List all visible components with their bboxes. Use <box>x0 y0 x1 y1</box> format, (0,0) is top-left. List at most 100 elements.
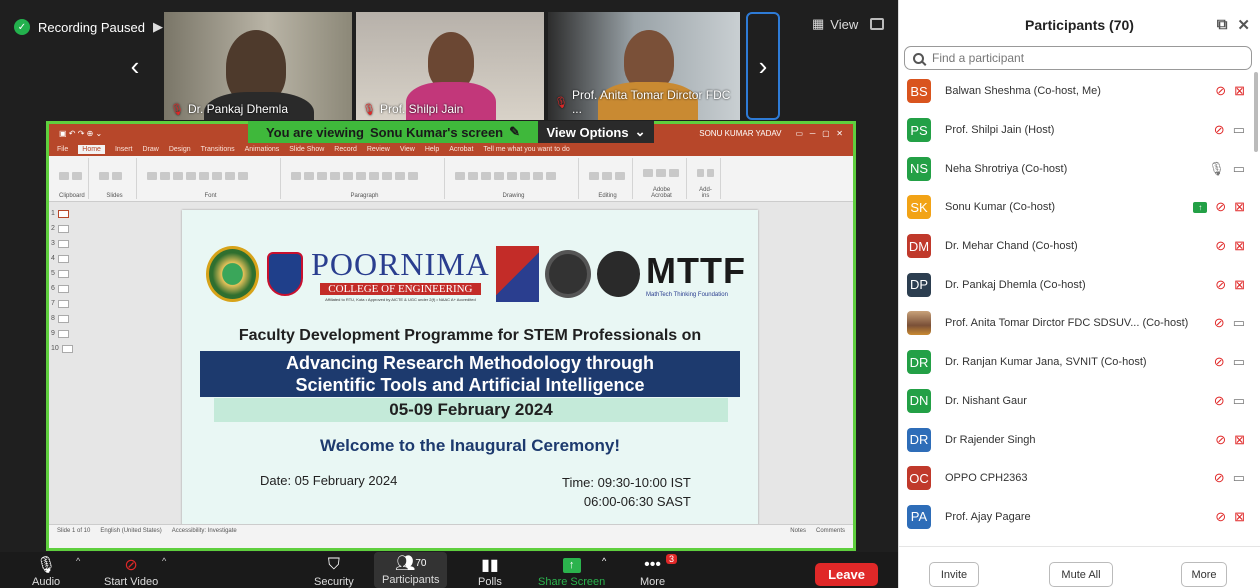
ppt-tab[interactable]: Transitions <box>201 146 235 153</box>
video-off-icon[interactable]: ⊠ <box>1234 277 1245 293</box>
ribbon-command-icon[interactable] <box>112 171 122 180</box>
muted-mic-icon[interactable]: ⊘ <box>1214 470 1225 486</box>
video-tile[interactable]: 🎙︎ Prof. Shilpi Jain <box>356 12 544 120</box>
slide-thumbnail[interactable]: 1 <box>51 206 79 221</box>
participant-row[interactable]: DR Dr Rajender Singh ⊘ ⊠ <box>899 420 1251 459</box>
ppt-tab[interactable]: Design <box>169 146 191 153</box>
slide-thumbnail[interactable]: 8 <box>51 311 79 326</box>
slide-thumbnail[interactable]: 6 <box>51 281 79 296</box>
more-options-button[interactable]: More <box>1181 562 1227 587</box>
start-video-button[interactable]: ⊘ Start Video ^ <box>104 554 166 588</box>
slide-thumbnail[interactable]: 2 <box>51 221 79 236</box>
muted-mic-icon[interactable]: ⊘ <box>1215 277 1226 293</box>
muted-mic-icon[interactable]: ⊘ <box>1215 199 1226 215</box>
ribbon-command-icon[interactable] <box>408 171 418 180</box>
video-camera-icon[interactable]: ▭ <box>1233 470 1245 486</box>
ribbon-command-icon[interactable] <box>99 171 109 180</box>
leave-button[interactable]: Leave <box>815 563 878 586</box>
ribbon-command-icon[interactable] <box>291 171 301 180</box>
scrollbar[interactable] <box>1254 72 1258 152</box>
ribbon-command-icon[interactable] <box>697 168 704 177</box>
muted-mic-icon[interactable]: ⊘ <box>1214 354 1225 370</box>
ppt-tab[interactable]: Draw <box>142 146 158 153</box>
ribbon-command-icon[interactable] <box>160 171 170 180</box>
ppt-tab[interactable]: Tell me what you want to do <box>483 146 569 153</box>
video-off-icon[interactable]: ⊠ <box>1234 238 1245 254</box>
participant-row[interactable]: DM Dr. Mehar Chand (Co-host) ⊘ ⊠ <box>899 227 1251 266</box>
muted-mic-icon[interactable]: ⊘ <box>1215 509 1226 525</box>
ribbon-command-icon[interactable] <box>468 171 478 180</box>
participant-row[interactable]: OC OPPO CPH2363 ⊘ ▭ <box>899 459 1251 498</box>
audio-button[interactable]: 🎙︎ Audio ^ <box>32 554 80 588</box>
chevron-up-icon[interactable]: ^ <box>602 556 606 566</box>
video-camera-icon[interactable]: ▭ <box>1233 354 1245 370</box>
ribbon-command-icon[interactable] <box>304 171 314 180</box>
popout-icon[interactable]: ⧉ <box>1217 16 1228 34</box>
ribbon-command-icon[interactable] <box>589 171 599 180</box>
share-screen-button[interactable]: ↑ Share Screen ^ <box>538 554 606 588</box>
search-input[interactable] <box>932 51 1232 65</box>
slide-thumbnail[interactable]: 5 <box>51 266 79 281</box>
ribbon-command-icon[interactable] <box>186 171 196 180</box>
mute-all-button[interactable]: Mute All <box>1049 562 1113 587</box>
participant-row[interactable]: Prof. Anita Tomar Dirctor FDC SDSUV... (… <box>899 304 1251 343</box>
chevron-up-icon[interactable]: ^ <box>162 556 166 566</box>
ribbon-command-icon[interactable] <box>669 168 679 177</box>
ppt-tab[interactable]: View <box>400 146 415 153</box>
participant-row[interactable]: DN Dr. Nishant Gaur ⊘ ▭ <box>899 382 1251 421</box>
ribbon-command-icon[interactable] <box>382 171 392 180</box>
ribbon-command-icon[interactable] <box>317 171 327 180</box>
security-button[interactable]: ⛉ Security <box>314 554 354 588</box>
more-button[interactable]: ••• More 3 <box>640 554 678 588</box>
video-camera-icon[interactable]: ▭ <box>1233 315 1245 331</box>
ribbon-command-icon[interactable] <box>507 171 517 180</box>
ribbon-command-icon[interactable] <box>238 171 248 180</box>
ribbon-command-icon[interactable] <box>147 171 157 180</box>
microphone-icon[interactable]: 🎙︎ <box>1208 161 1225 177</box>
muted-mic-icon[interactable]: ⊘ <box>1215 238 1226 254</box>
ribbon-command-icon[interactable] <box>395 171 405 180</box>
video-off-icon[interactable]: ⊠ <box>1234 509 1245 525</box>
muted-mic-icon[interactable]: ⊘ <box>1215 83 1226 99</box>
ribbon-command-icon[interactable] <box>520 171 530 180</box>
muted-mic-icon[interactable]: ⊘ <box>1215 432 1226 448</box>
ribbon-command-icon[interactable] <box>643 168 653 177</box>
ribbon-command-icon[interactable] <box>656 168 666 177</box>
ppt-tab[interactable]: Review <box>367 146 390 153</box>
ribbon-command-icon[interactable] <box>369 171 379 180</box>
slide-thumbnail[interactable]: 10 <box>51 341 79 356</box>
ribbon-command-icon[interactable] <box>494 171 504 180</box>
invite-button[interactable]: Invite <box>929 562 979 587</box>
ribbon-command-icon[interactable] <box>59 171 69 180</box>
ribbon-command-icon[interactable] <box>707 168 714 177</box>
ribbon-command-icon[interactable] <box>225 171 235 180</box>
slide-thumbnail[interactable]: 9 <box>51 326 79 341</box>
close-icon[interactable]: ✕ <box>1237 16 1250 34</box>
participant-row[interactable]: BS Balwan Sheshma (Co-host, Me) ⊘ ⊠ <box>899 72 1251 111</box>
video-tile[interactable]: 🎙︎ Dr. Pankaj Dhemla <box>164 12 352 120</box>
ppt-tab[interactable]: Animations <box>245 146 280 153</box>
participant-row[interactable]: DR Dr. Ranjan Kumar Jana, SVNIT (Co-host)… <box>899 343 1251 382</box>
video-camera-icon[interactable]: ▭ <box>1233 393 1245 409</box>
ribbon-command-icon[interactable] <box>602 171 612 180</box>
ppt-tab[interactable]: Record <box>334 146 357 153</box>
ribbon-command-icon[interactable] <box>343 171 353 180</box>
ppt-tab[interactable]: Insert <box>115 146 133 153</box>
chevron-up-icon[interactable]: ^ <box>76 556 80 566</box>
participant-row[interactable]: DP Dr. Pankaj Dhemla (Co-host) ⊘ ⊠ <box>899 265 1251 304</box>
view-button[interactable]: ▦ View <box>812 16 885 32</box>
ribbon-command-icon[interactable] <box>356 171 366 180</box>
ribbon-command-icon[interactable] <box>199 171 209 180</box>
video-tile[interactable]: 🎙︎ Prof. Anita Tomar Dirctor FDC ... <box>548 12 740 120</box>
polls-button[interactable]: ▮▮ Polls <box>478 554 502 588</box>
ribbon-command-icon[interactable] <box>330 171 340 180</box>
slide-thumbnail[interactable]: 3 <box>51 236 79 251</box>
ppt-tab[interactable]: File <box>57 146 68 153</box>
slide-thumbnail[interactable]: 7 <box>51 296 79 311</box>
participant-row[interactable]: SK Sonu Kumar (Co-host) ↑ ⊘ ⊠ <box>899 188 1251 227</box>
video-off-icon[interactable]: ⊠ <box>1234 432 1245 448</box>
participant-row[interactable]: PA Prof. Ajay Pagare ⊘ ⊠ <box>899 498 1251 537</box>
participant-row[interactable]: NS Neha Shrotriya (Co-host) 🎙︎ ▭ <box>899 149 1251 188</box>
muted-mic-icon[interactable]: ⊘ <box>1214 122 1225 138</box>
video-camera-icon[interactable]: ▭ <box>1233 161 1245 177</box>
